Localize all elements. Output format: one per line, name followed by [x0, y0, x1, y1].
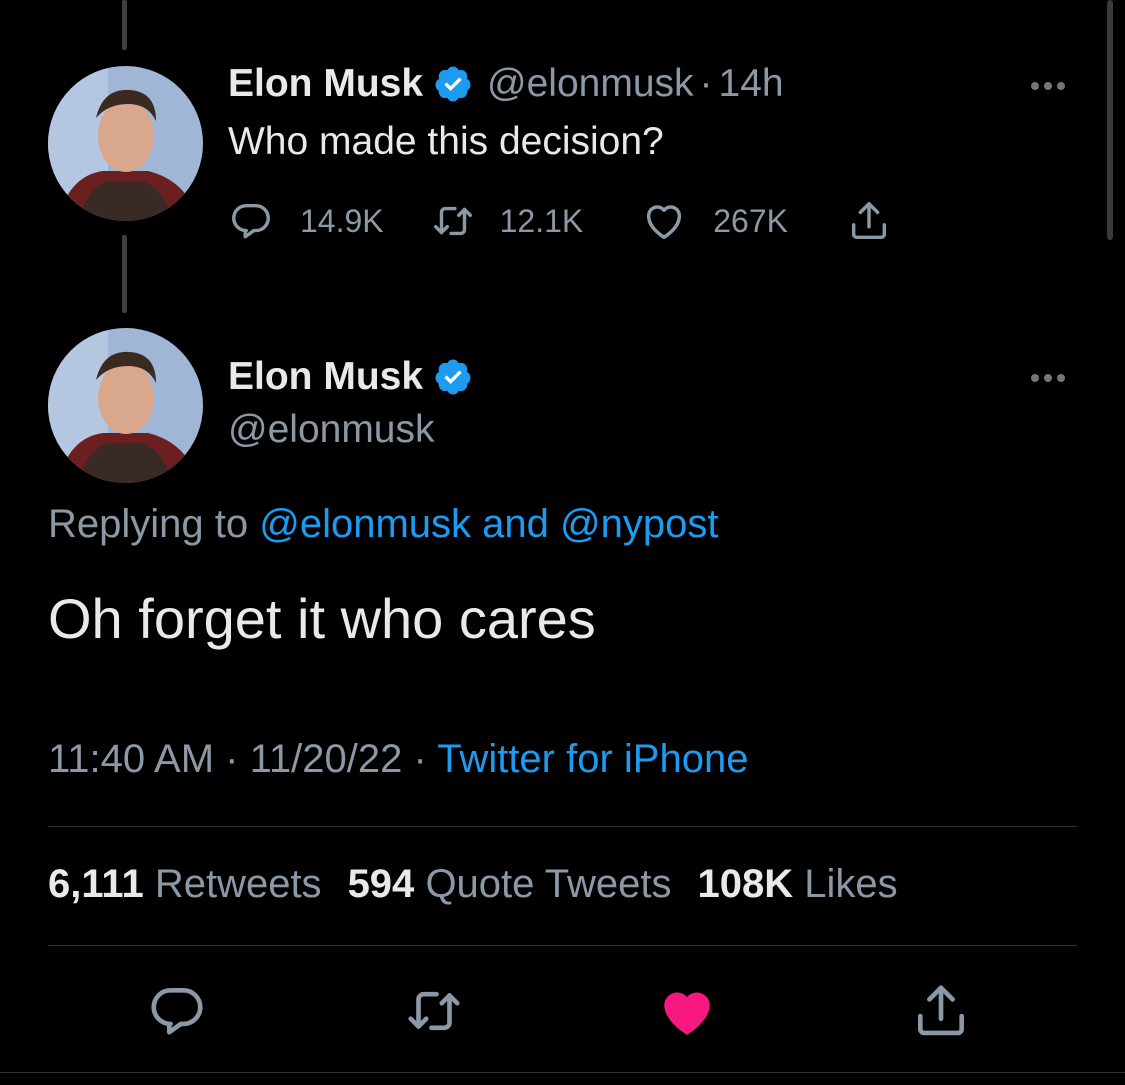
- author-handle[interactable]: @elonmusk: [228, 408, 435, 452]
- divider: [0, 1072, 1125, 1073]
- quotes-value: 594: [347, 862, 415, 906]
- author-row: Elon Musk: [228, 355, 473, 399]
- likes-stat[interactable]: 108K Likes: [698, 862, 898, 907]
- separator-dot: ·: [225, 737, 239, 781]
- tweet-text: Who made this decision?: [228, 120, 664, 163]
- like-button[interactable]: 267K: [641, 198, 788, 244]
- tweet-date[interactable]: 11/20/22: [250, 737, 403, 781]
- likes-value: 108K: [697, 862, 794, 906]
- heart-icon: [641, 198, 687, 244]
- retweet-button[interactable]: [403, 980, 465, 1042]
- thread-line-bottom: [122, 235, 127, 313]
- more-dots-icon[interactable]: [1031, 374, 1065, 382]
- scrollbar[interactable]: [1107, 0, 1113, 240]
- more-dots-icon[interactable]: [1031, 82, 1065, 90]
- author-row: Elon Musk @elonmusk · 14h: [228, 62, 784, 106]
- tweet-timestamp[interactable]: 14h: [719, 62, 784, 106]
- speech-bubble-icon: [228, 198, 274, 244]
- tweet-source-link[interactable]: Twitter for iPhone: [437, 737, 748, 781]
- reply-count: 14.9K: [300, 202, 384, 239]
- avatar[interactable]: [48, 328, 203, 483]
- verified-badge-icon: [433, 357, 473, 397]
- share-upload-icon: [910, 980, 972, 1042]
- likes-label: Likes: [804, 862, 898, 906]
- retweets-value: 6,111: [48, 862, 144, 906]
- separator-dot: ·: [699, 62, 713, 105]
- share-upload-icon: [846, 198, 892, 244]
- main-tweet-actions: [0, 980, 1125, 1050]
- divider: [48, 945, 1077, 946]
- reply-button[interactable]: [146, 980, 208, 1042]
- author-name[interactable]: Elon Musk: [228, 62, 423, 106]
- tweet-meta: 11:40 AM · 11/20/22 · Twitter for iPhone: [48, 737, 748, 782]
- avatar[interactable]: [48, 66, 203, 221]
- quote-tweets-stat[interactable]: 594 Quote Tweets: [348, 862, 672, 907]
- quotes-label: Quote Tweets: [425, 862, 672, 906]
- retweet-arrows-icon: [403, 980, 465, 1042]
- retweet-count: 12.1K: [499, 202, 584, 239]
- retweets-label: Retweets: [154, 862, 322, 906]
- like-button[interactable]: [656, 980, 718, 1042]
- tweet-time[interactable]: 11:40 AM: [48, 737, 214, 781]
- like-count: 267K: [713, 202, 788, 239]
- retweets-stat[interactable]: 6,111 Retweets: [48, 862, 322, 907]
- thread-line-top: [122, 0, 127, 50]
- retweet-button[interactable]: 12.1K: [430, 198, 584, 244]
- share-button[interactable]: [910, 980, 972, 1042]
- reply-button[interactable]: 14.9K: [228, 198, 384, 244]
- replying-to-link[interactable]: @elonmusk and @nypost: [259, 502, 718, 546]
- author-handle[interactable]: @elonmusk: [487, 62, 694, 106]
- retweet-arrows-icon: [430, 198, 476, 244]
- replying-prefix: Replying to: [48, 502, 249, 546]
- speech-bubble-icon: [146, 980, 208, 1042]
- divider: [48, 826, 1077, 827]
- tweet-text: Oh forget it who cares: [48, 587, 596, 650]
- share-button[interactable]: [846, 198, 892, 244]
- author-name[interactable]: Elon Musk: [228, 355, 423, 399]
- replying-to-line: Replying to @elonmusk and @nypost: [48, 502, 718, 547]
- separator-dot: ·: [413, 737, 427, 781]
- tweet-actions: 14.9K 12.1K 267K: [228, 198, 892, 244]
- heart-icon: [656, 980, 718, 1042]
- tweet-stats: 6,111 Retweets 594 Quote Tweets 108K Lik…: [48, 862, 924, 907]
- verified-badge-icon: [433, 64, 473, 104]
